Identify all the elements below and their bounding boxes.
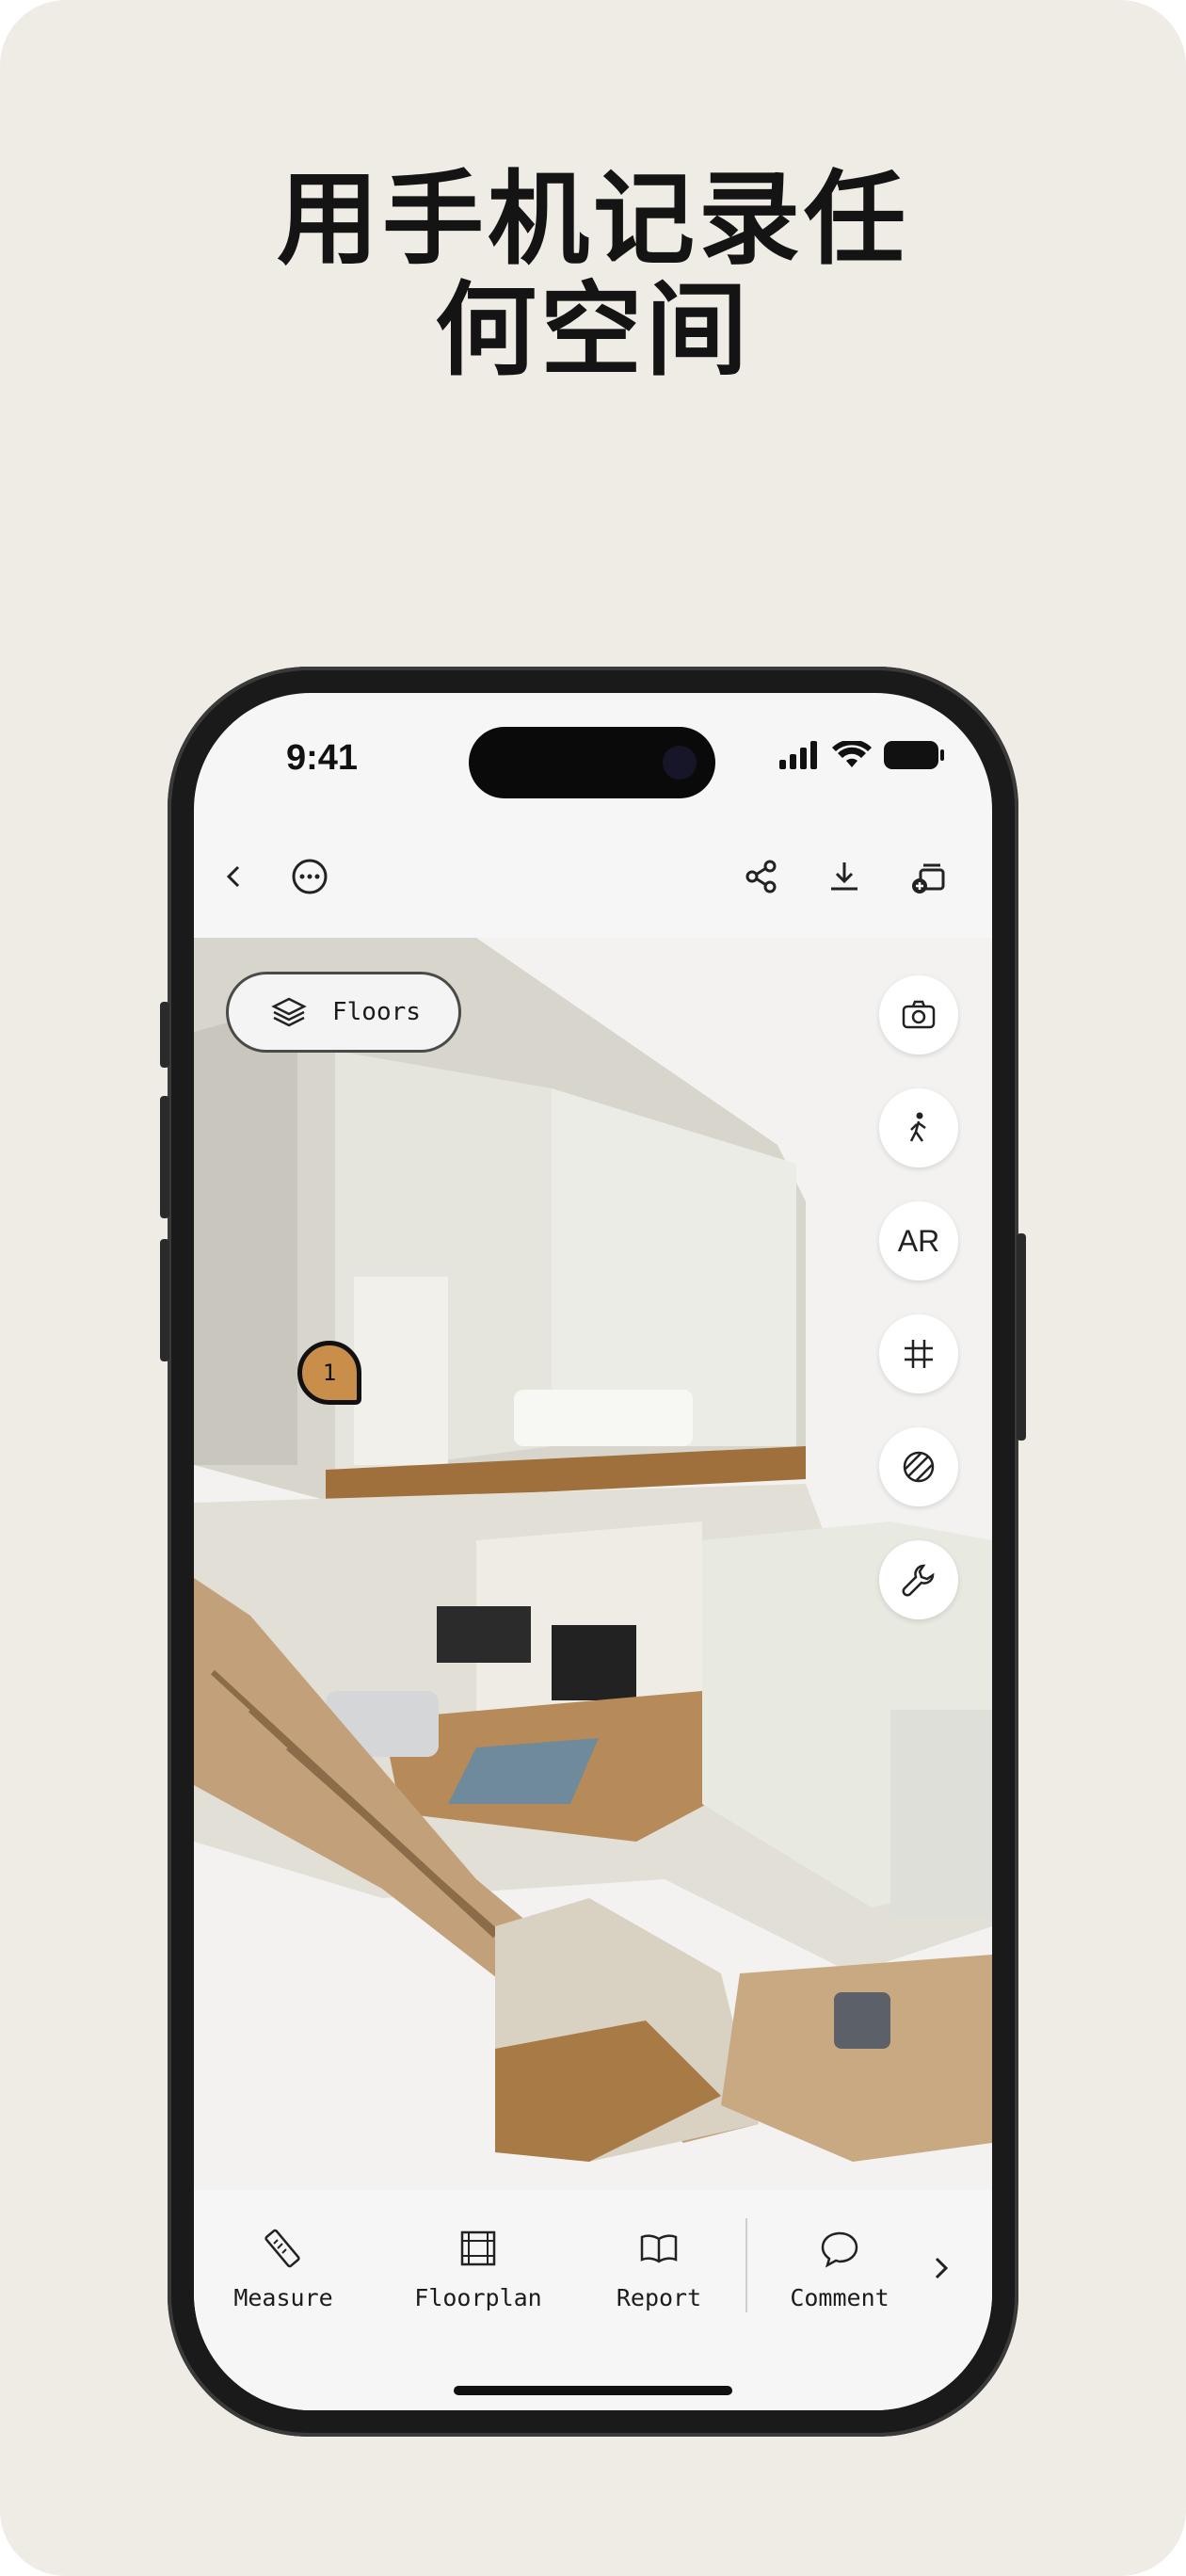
3d-model-viewport[interactable]: Floors 1 AR [194, 938, 992, 2190]
download-icon[interactable] [821, 853, 868, 900]
bottom-toolbar: Measure Floorplan Report Comment [194, 2190, 992, 2410]
measure-button[interactable]: Measure [232, 2228, 335, 2311]
floors-button[interactable]: Floors [226, 972, 461, 1053]
status-icons [779, 740, 945, 770]
floorplan-icon [460, 2230, 496, 2266]
phone-screen: 9:41 Floors 1 AR Measure Floorplan Repor… [194, 693, 992, 2410]
back-chevron-icon[interactable] [211, 853, 258, 900]
comment-button[interactable]: Comment [783, 2228, 896, 2311]
measure-label: Measure [233, 2284, 333, 2311]
book-icon [640, 2234, 678, 2263]
toolbar-divider [745, 2218, 747, 2312]
share-icon[interactable] [738, 853, 785, 900]
floors-label: Floors [332, 998, 421, 1026]
floorplan-label: Floorplan [414, 2284, 542, 2311]
poster: 用手机记录任 何空间 9:41 Floors 1 AR Measure Floo… [0, 0, 1186, 2576]
power-button [1017, 1233, 1026, 1441]
camera-button[interactable] [879, 975, 958, 1055]
more-icon[interactable] [286, 853, 333, 900]
settings-button[interactable] [879, 1540, 958, 1619]
home-indicator [454, 2386, 732, 2395]
status-time: 9:41 [286, 738, 359, 778]
wrench-icon [902, 1564, 935, 1597]
report-button[interactable]: Report [614, 2228, 704, 2311]
volume-up-button [160, 1096, 169, 1218]
3d-house-model[interactable] [194, 938, 992, 2190]
texture-icon [903, 1451, 935, 1483]
dynamic-island [469, 727, 715, 798]
headline-line-1: 用手机记录任 [276, 161, 909, 279]
action-button [160, 1002, 169, 1068]
walk-icon [909, 1112, 926, 1142]
floorplan-button[interactable]: Floorplan [409, 2228, 548, 2311]
chevron-right-icon[interactable] [930, 2254, 953, 2286]
comment-icon [821, 2231, 858, 2268]
texture-button[interactable] [879, 1427, 958, 1506]
headline-line-2: 何空间 [434, 272, 751, 390]
ar-label: AR [897, 1223, 940, 1258]
pin-number: 1 [322, 1360, 337, 1386]
walkthrough-button[interactable] [879, 1088, 958, 1167]
top-toolbar [194, 834, 992, 919]
camera-icon [902, 1000, 936, 1029]
headline: 用手机记录任 何空间 [0, 165, 1186, 387]
grid-button[interactable] [879, 1314, 958, 1393]
volume-down-button [160, 1239, 169, 1361]
layers-icon [271, 997, 307, 1027]
ar-button[interactable]: AR [879, 1201, 958, 1280]
report-label: Report [616, 2284, 702, 2311]
add-to-collection-icon[interactable] [906, 853, 953, 900]
comment-pin[interactable]: 1 [297, 1341, 361, 1405]
battery-icon [884, 741, 944, 769]
comment-label: Comment [790, 2284, 890, 2311]
cellular-signal-icon [779, 741, 817, 769]
grid-icon [905, 1340, 933, 1368]
ruler-icon [264, 2229, 300, 2268]
front-camera [663, 746, 697, 780]
wifi-icon [832, 741, 872, 767]
phone-frame: 9:41 Floors 1 AR Measure Floorplan Repor… [160, 667, 1026, 2437]
